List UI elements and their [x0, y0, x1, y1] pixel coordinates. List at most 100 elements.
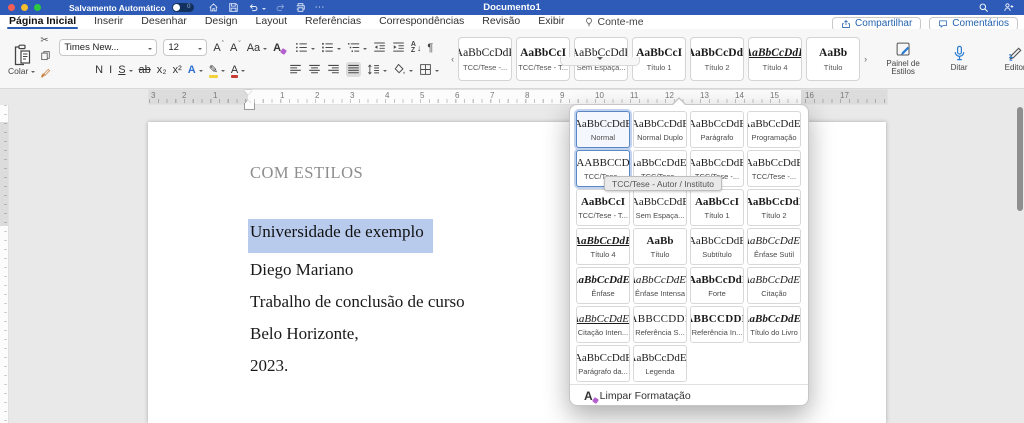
bold-button[interactable]: N: [95, 63, 103, 77]
highlight-color-button[interactable]: ✎: [209, 64, 225, 76]
borders-button[interactable]: [419, 63, 439, 76]
tellme[interactable]: Conte-me: [584, 16, 644, 28]
superscript-button[interactable]: x²: [173, 63, 182, 77]
gallery-style-tile[interactable]: AaBbCcDdE Título 4: [748, 37, 802, 81]
text-effects-button[interactable]: A: [188, 63, 203, 77]
ribbon-tab[interactable]: Inserir: [85, 15, 132, 29]
font-size-select[interactable]: 12: [163, 39, 207, 56]
ribbon-tab[interactable]: Layout: [247, 15, 297, 29]
close-window-button[interactable]: [8, 4, 15, 11]
gallery-style-tile[interactable]: AaBb Título: [806, 37, 860, 81]
style-sample: AABBCCDDEE: [690, 312, 744, 326]
panel-style-tile[interactable]: AaBbCcDdE Parágrafo: [690, 111, 744, 148]
vertical-scrollbar-thumb[interactable]: [1017, 107, 1023, 211]
bullets-button[interactable]: [295, 41, 315, 54]
shrink-font-button[interactable]: Aˇ: [230, 41, 241, 55]
panel-style-tile[interactable]: AaBbCcDdEe Ênfase: [576, 267, 630, 304]
ribbon-tab[interactable]: Página Inicial: [0, 15, 85, 29]
ribbon-tab[interactable]: Design: [196, 15, 247, 29]
panel-style-tile[interactable]: AaBbCcDdE Subtítulo: [690, 228, 744, 265]
home-icon[interactable]: [208, 2, 219, 13]
panel-style-tile[interactable]: AaBb Título: [633, 228, 687, 265]
panel-style-tile[interactable]: AaBbCcDdE Sem Espaça...: [633, 189, 687, 226]
ribbon-tab[interactable]: Revisão: [473, 15, 529, 29]
panel-style-tile[interactable]: AaBbCcI Título 1: [690, 189, 744, 226]
gallery-scroll-left-icon[interactable]: ‹: [449, 54, 456, 64]
paste-button[interactable]: Colar: [6, 42, 37, 76]
panel-style-tile[interactable]: AaBbCcDdEe Programação: [747, 111, 801, 148]
horizontal-ruler[interactable]: 3211234567891011121314151617: [148, 89, 888, 105]
copy-button[interactable]: [40, 50, 51, 64]
panel-style-tile[interactable]: AaBbCcI TCC/Tese - T...: [576, 189, 630, 226]
more-commands-icon[interactable]: ⋯: [315, 2, 326, 13]
styles-gallery-expand-button[interactable]: [560, 57, 640, 66]
shading-button[interactable]: [393, 63, 413, 76]
numbering-button[interactable]: [321, 41, 341, 54]
font-group: Times New... 12 Aˆ Aˇ Aa A N I S ab x₂ x…: [59, 29, 281, 88]
align-center-button[interactable]: [308, 63, 321, 76]
panel-style-tile[interactable]: AaBbCcDdEe Legenda: [633, 345, 687, 382]
panel-style-tile[interactable]: AaBbCcDdE Normal Duplo: [633, 111, 687, 148]
line-spacing-button[interactable]: [367, 63, 387, 76]
panel-style-tile[interactable]: AaBbCcDdI Forte: [690, 267, 744, 304]
document-heading: COM ESTILOS: [250, 163, 363, 183]
clear-formatting-menu-item[interactable]: A Limpar Formatação: [584, 388, 691, 404]
ribbon-tab[interactable]: Desenhar: [132, 15, 196, 29]
increase-indent-button[interactable]: [392, 41, 405, 54]
multilevel-list-button[interactable]: [347, 41, 367, 54]
share-user-icon[interactable]: [1003, 2, 1014, 13]
gallery-style-tile[interactable]: AaBbCcDdE TCC/Tese -...: [458, 37, 512, 81]
panel-style-tile[interactable]: AaBbCcDdE Parágrafo da...: [576, 345, 630, 382]
undo-icon[interactable]: [248, 2, 266, 13]
panel-style-tile[interactable]: AaBbCcDdEe Citação: [747, 267, 801, 304]
grow-font-button[interactable]: Aˆ: [213, 41, 224, 55]
print-icon[interactable]: [295, 2, 306, 13]
autosave-toggle[interactable]: 0: [172, 3, 194, 12]
sort-button[interactable]: AZ↓: [411, 42, 422, 54]
panel-style-tile[interactable]: AaBbCcDdE Título 4: [576, 228, 630, 265]
style-sample: AaBbCcDdEe: [747, 117, 801, 131]
font-color-button[interactable]: A: [231, 64, 245, 76]
minimize-window-button[interactable]: [21, 4, 28, 11]
panel-style-tile[interactable]: AaBbCcDdEe Citação Inten...: [576, 306, 630, 343]
align-right-button[interactable]: [327, 63, 340, 76]
styles-pane-button[interactable]: Painel de Estilos: [879, 41, 927, 77]
editor-button[interactable]: Editor: [991, 45, 1024, 73]
strikethrough-button[interactable]: ab: [139, 63, 151, 77]
change-case-button[interactable]: Aa: [247, 41, 267, 55]
dictate-button[interactable]: Ditar: [935, 45, 983, 73]
search-icon[interactable]: [978, 2, 989, 13]
panel-style-tile[interactable]: AaBbCcDdEe Ênfase Intensa: [633, 267, 687, 304]
align-left-button[interactable]: [289, 63, 302, 76]
decrease-indent-button[interactable]: [373, 41, 386, 54]
gallery-style-tile[interactable]: AaBbCcI Título 1: [632, 37, 686, 81]
underline-button[interactable]: S: [118, 63, 132, 77]
panel-style-tile[interactable]: AaBbCcDdE Normal: [576, 111, 630, 148]
redo-icon[interactable]: [275, 2, 286, 13]
clear-formatting-button[interactable]: A: [273, 42, 281, 54]
ribbon-tab[interactable]: Referências: [296, 15, 370, 29]
panel-style-tile[interactable]: AABBCCDDEE Referência In...: [690, 306, 744, 343]
save-icon[interactable]: [228, 2, 239, 13]
gallery-style-tile[interactable]: AaBbCcDdI Título 2: [690, 37, 744, 81]
italic-button[interactable]: I: [109, 63, 112, 77]
style-sample: AABBCCDDEE: [633, 312, 687, 326]
cut-button[interactable]: ✂: [40, 36, 51, 46]
panel-style-tile[interactable]: AaBbCcDdEe Título do Livro: [747, 306, 801, 343]
ruler-number: 16: [805, 91, 814, 100]
panel-style-tile[interactable]: AaBbCcDdI Título 2: [747, 189, 801, 226]
ribbon-tab[interactable]: Exibir: [529, 15, 573, 29]
zoom-window-button[interactable]: [34, 4, 41, 11]
gallery-scroll-right-icon[interactable]: ›: [862, 54, 869, 64]
subscript-button[interactable]: x₂: [157, 63, 167, 77]
panel-style-tile[interactable]: AaBbCcDdE TCC/Tese -...: [747, 150, 801, 187]
ribbon-tab[interactable]: Correspondências: [370, 15, 473, 29]
format-painter-button[interactable]: [40, 68, 51, 82]
numbering-chevron-icon: [337, 48, 341, 52]
left-indent-marker[interactable]: [244, 103, 255, 110]
justify-button[interactable]: [346, 62, 361, 77]
panel-style-tile[interactable]: AABBCCDDEE Referência S...: [633, 306, 687, 343]
font-name-select[interactable]: Times New...: [59, 39, 157, 56]
show-formatting-marks-button[interactable]: ¶: [427, 42, 433, 54]
panel-style-tile[interactable]: AaBbCcDdEe Ênfase Sutil: [747, 228, 801, 265]
